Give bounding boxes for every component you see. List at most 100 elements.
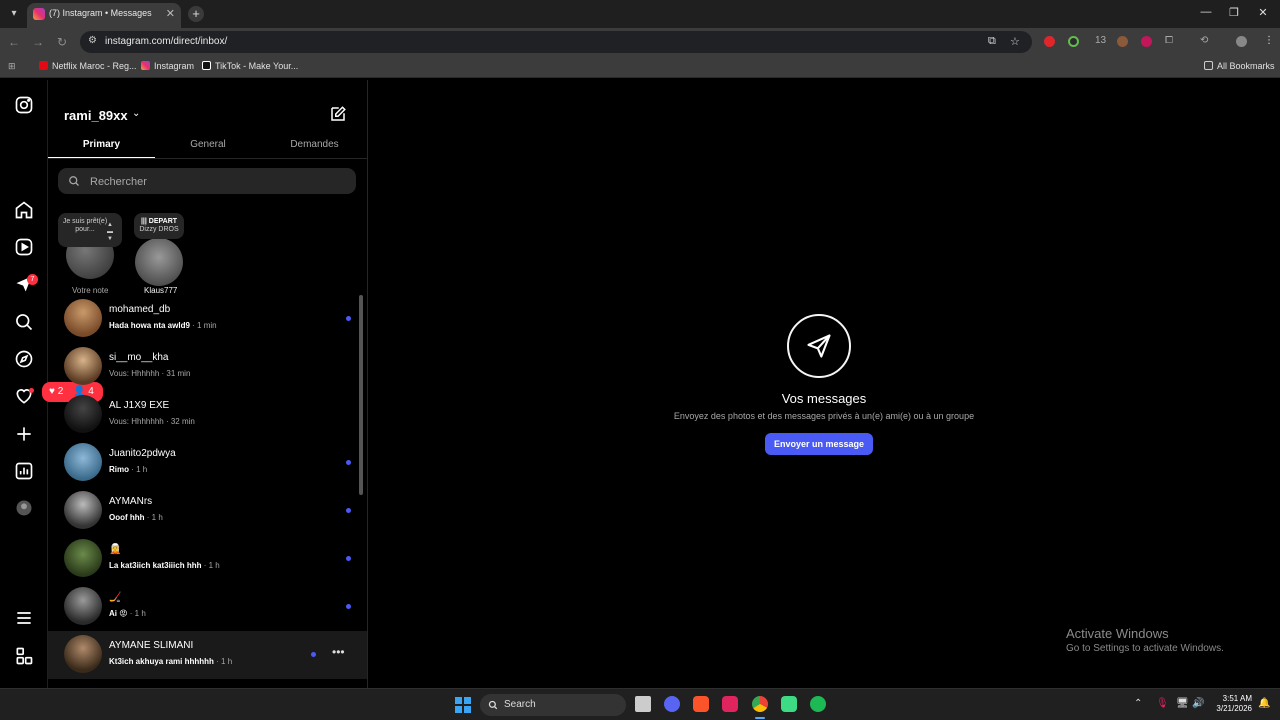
- bookmark-star-icon[interactable]: ☆: [1010, 35, 1020, 48]
- install-app-icon[interactable]: ⧉: [988, 35, 996, 48]
- tray-chevron-icon[interactable]: ⌃: [1134, 698, 1142, 709]
- my-note[interactable]: Je suis prêt(e) pour... ▲ ▬ ▼ Votre note: [58, 213, 122, 298]
- all-bookmarks-label: All Bookmarks: [1217, 61, 1275, 71]
- profile-avatar[interactable]: [14, 498, 34, 518]
- tab-close-icon[interactable]: ✕: [166, 7, 175, 20]
- conversation-row[interactable]: AYMANrs Ooof hhh · 1 h: [48, 487, 367, 535]
- conversation-row[interactable]: AL J1X9 EXE Vous: Hhhhhhh · 32 min: [48, 391, 367, 439]
- instagram-icon: [141, 61, 150, 70]
- ublock-extension-icon[interactable]: [1141, 36, 1152, 47]
- green-extension-icon[interactable]: [1068, 36, 1079, 47]
- avatar: [64, 347, 102, 385]
- back-arrow-icon[interactable]: ←: [7, 35, 21, 49]
- address-bar[interactable]: ⚙ instagram.com/direct/inbox/ ⧉ ☆: [80, 31, 1032, 53]
- conversation-preview: Hada howa nta awld9 · 1 min: [109, 321, 217, 330]
- create-plus-icon[interactable]: [14, 424, 34, 444]
- chrome-icon[interactable]: [752, 696, 768, 712]
- friend-note[interactable]: ||| DEPART Dizzy DROS Klaus777: [134, 213, 184, 298]
- cookie-extension-icon[interactable]: [1117, 36, 1128, 47]
- browser-tab[interactable]: (7) Instagram • Messages ✕: [27, 3, 181, 28]
- conversation-preview: Vous: Hhhhhh · 31 min: [109, 369, 190, 378]
- note-owner-name: Votre note: [72, 286, 109, 295]
- window-close-icon[interactable]: ✕: [1256, 6, 1270, 19]
- avatar: [64, 299, 102, 337]
- minimize-icon[interactable]: —: [1199, 6, 1213, 18]
- task-view-icon[interactable]: [635, 696, 651, 712]
- volume-icon[interactable]: 🔊: [1192, 698, 1204, 709]
- new-message-compose-icon[interactable]: [329, 105, 347, 123]
- conversation-row[interactable]: mohamed_db Hada howa nta awld9 · 1 min: [48, 295, 367, 343]
- watermark-title: Activate Windows: [1066, 626, 1169, 641]
- apps-grid-icon[interactable]: ⊞: [8, 61, 16, 72]
- conversation-name: 🏒: [109, 592, 122, 603]
- last-message: Rimo: [109, 465, 129, 474]
- brave-icon[interactable]: [693, 696, 709, 712]
- instagram-favicon-icon: [33, 8, 45, 20]
- note-scroll-icon: ▲ ▬ ▼: [107, 222, 113, 242]
- conversation-row[interactable]: 🧝 La kat3iich kat3iiich hhh · 1 h: [48, 535, 367, 583]
- maximize-icon[interactable]: ❐: [1227, 6, 1241, 19]
- conversation-row[interactable]: 🏒 Ai 😡 · 1 h: [48, 583, 367, 631]
- taskbar-search[interactable]: Search: [480, 694, 626, 716]
- opera-extension-icon[interactable]: [1044, 36, 1055, 47]
- instagram-logo-icon[interactable]: [14, 95, 34, 115]
- conversation-name: AL J1X9 EXE: [109, 400, 170, 411]
- also-from-meta-icon[interactable]: [14, 646, 34, 666]
- reload-icon[interactable]: ↻: [55, 35, 69, 49]
- profile-avatar[interactable]: [1236, 36, 1247, 47]
- search-input[interactable]: Rechercher: [58, 168, 356, 194]
- forward-arrow-icon[interactable]: →: [31, 35, 45, 49]
- tab-primary[interactable]: Primary: [48, 139, 155, 150]
- all-bookmarks[interactable]: All Bookmarks: [1204, 61, 1275, 71]
- note-bubble: ||| DEPART Dizzy DROS: [134, 213, 184, 239]
- bookmark-netflix[interactable]: Netflix Maroc - Reg...: [39, 61, 137, 71]
- conversation-preview: Rimo · 1 h: [109, 465, 147, 474]
- send-message-button[interactable]: Envoyer un message: [765, 433, 873, 455]
- bookmark-instagram[interactable]: Instagram: [141, 61, 194, 71]
- microphone-icon[interactable]: 🎙: [1156, 698, 1169, 709]
- calendar-extension-icon[interactable]: 13: [1095, 35, 1106, 46]
- reels-icon[interactable]: [14, 237, 34, 257]
- last-message-time: · 32 min: [165, 417, 195, 426]
- clock-time: 3:51 AM: [1222, 694, 1252, 703]
- discord-icon[interactable]: [664, 696, 680, 712]
- tab-search-icon[interactable]: ▾: [5, 5, 23, 23]
- new-tab-button[interactable]: +: [188, 6, 204, 22]
- tab-requests[interactable]: Demandes: [261, 139, 367, 150]
- search-icon[interactable]: [14, 312, 34, 332]
- bookmark-tiktok[interactable]: TikTok - Make Your...: [202, 61, 298, 71]
- conversation-row[interactable]: AYMANE SLIMANI Kt3ich akhuya rami hhhhhh…: [48, 631, 367, 679]
- last-message: Vous: Hhhhhhh: [109, 417, 164, 426]
- history-icon[interactable]: ⟲: [1200, 35, 1208, 46]
- android-studio-icon[interactable]: [781, 696, 797, 712]
- last-message: Ai 😡: [109, 609, 128, 618]
- extensions-puzzle-icon[interactable]: ⧠: [1165, 35, 1173, 46]
- url-text[interactable]: instagram.com/direct/inbox/: [105, 36, 227, 47]
- account-username[interactable]: rami_89xx: [64, 108, 128, 123]
- app-icon[interactable]: [722, 696, 738, 712]
- paper-plane-icon: [807, 334, 831, 358]
- more-options-icon[interactable]: •••: [332, 645, 345, 659]
- chevron-down-icon[interactable]: ⌄: [132, 108, 140, 119]
- spotify-icon[interactable]: [810, 696, 826, 712]
- unread-dot: [346, 556, 351, 561]
- windows-start-icon[interactable]: [455, 697, 471, 713]
- dashboard-icon[interactable]: [14, 461, 34, 481]
- notification-bell-icon[interactable]: 🔔: [1258, 698, 1270, 709]
- network-icon[interactable]: 🖥: [1176, 698, 1189, 709]
- conversation-row[interactable]: si__mo__kha Vous: Hhhhhh · 31 min: [48, 343, 367, 391]
- explore-compass-icon[interactable]: [14, 349, 34, 369]
- home-icon[interactable]: [14, 200, 34, 220]
- site-info-icon[interactable]: ⚙: [88, 35, 97, 46]
- inbox-scrollbar[interactable]: [359, 295, 363, 495]
- clock[interactable]: 3:51 AM 3/21/2026: [1212, 694, 1252, 714]
- conversation-name: 🧝: [109, 544, 122, 555]
- nav-rail: 7: [0, 80, 48, 688]
- menu-hamburger-icon[interactable]: [14, 608, 34, 628]
- chrome-menu-icon[interactable]: ⋮: [1264, 35, 1274, 46]
- tab-general[interactable]: General: [155, 139, 261, 150]
- conversation-preview: La kat3iich kat3iiich hhh · 1 h: [109, 561, 220, 570]
- last-message-time: · 1 h: [131, 465, 148, 474]
- conversation-row[interactable]: Juanito2pdwya Rimo · 1 h: [48, 439, 367, 487]
- conversation-preview: Kt3ich akhuya rami hhhhhh · 1 h: [109, 657, 232, 666]
